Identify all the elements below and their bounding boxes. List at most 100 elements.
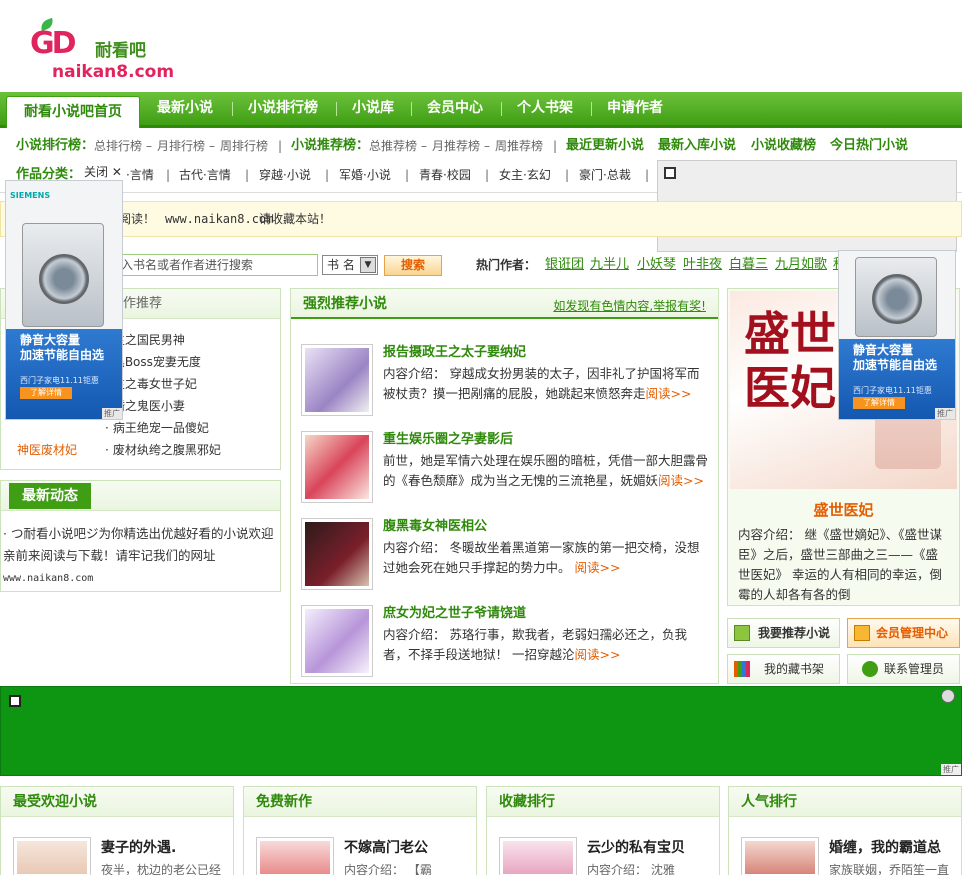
- book-desc: 前世，她是军情六处理在娱乐圈的暗桩，凭借一部大胆露骨的《春色颓靡》成为当之无愧的…: [383, 453, 709, 488]
- category-military[interactable]: 军婚·小说: [339, 160, 391, 190]
- recommend-book-button[interactable]: 我要推荐小说: [727, 618, 840, 648]
- recommend-month[interactable]: 月推荐榜: [432, 131, 480, 161]
- featured-left-title[interactable]: 神医废材妃: [17, 439, 77, 461]
- ad-close-button[interactable]: 关闭 ✕: [84, 163, 122, 180]
- book-cover[interactable]: [301, 431, 373, 503]
- edit-icon: [734, 625, 750, 641]
- panel-title: 人气排行: [741, 794, 797, 810]
- book-item: 报告摄政王之太子要纳妃 内容介绍： 穿越成女扮男装的太子，因非礼了护国将军而被杖…: [301, 344, 709, 428]
- book-title[interactable]: 云少的私有宝贝: [587, 837, 685, 857]
- book-cover[interactable]: [301, 344, 373, 416]
- book-title[interactable]: 不嫁高门老公: [344, 837, 428, 857]
- popular-panel: 最受欢迎小说 妻子的外遇. 夜半，枕边的老公已经: [0, 786, 234, 875]
- rank-month[interactable]: 月排行榜: [157, 131, 205, 161]
- category-time-travel[interactable]: 穿越·小说: [259, 160, 311, 190]
- contact-admin-button[interactable]: 联系管理员: [847, 654, 960, 684]
- book-desc: 内容介绍： 冬暖故坐着黑道第一家族的第一把交椅，没想过她会死在她只手撑起的势力中…: [383, 540, 700, 575]
- panel-title: 强烈推荐小说: [303, 296, 387, 312]
- link-hot-today[interactable]: 今日热门小说: [830, 131, 908, 161]
- book-cover[interactable]: [301, 605, 373, 677]
- category-ceo[interactable]: 豪门·总裁: [579, 160, 631, 190]
- hot-author-link[interactable]: 叶非夜: [683, 254, 722, 276]
- banner-ad[interactable]: 推广: [0, 686, 962, 776]
- search-input[interactable]: 入书名或者作者进行搜索: [112, 254, 318, 276]
- nav-item-apply-author[interactable]: 申请作者: [607, 92, 663, 125]
- book-title[interactable]: 婚缠，我的霸道总: [829, 837, 941, 857]
- favorites-panel: 收藏排行 云少的私有宝贝 内容介绍： 沈雅: [486, 786, 720, 875]
- book-title[interactable]: 腹黑毒女神医相公: [383, 518, 487, 536]
- nav-item-bookshelf[interactable]: 个人书架: [517, 92, 573, 125]
- book-cover[interactable]: [256, 837, 334, 875]
- book-desc: 家族联姻，乔陌笙一直: [829, 863, 950, 875]
- book-title[interactable]: 报告摄政王之太子要纳妃: [383, 344, 526, 362]
- nav-item-library[interactable]: 小说库: [352, 92, 394, 125]
- notice-url[interactable]: www.naikan8.com: [165, 202, 273, 236]
- search-button[interactable]: 搜索: [384, 255, 442, 276]
- nav-item-member[interactable]: 会员中心: [427, 92, 483, 125]
- list-item[interactable]: 病王绝宠一品傻妃: [105, 417, 209, 439]
- link-favorites[interactable]: 小说收藏榜: [751, 131, 816, 161]
- ad-icon: [664, 167, 676, 179]
- hot-author-link[interactable]: 九月如歌: [775, 254, 827, 276]
- bookshelf-button[interactable]: 我的藏书架: [727, 654, 840, 684]
- read-link[interactable]: 阅读>>: [646, 386, 692, 401]
- list-item[interactable]: 废材纨绔之腹黑邪妃: [105, 439, 221, 461]
- ad-info-icon[interactable]: [941, 689, 955, 703]
- book-desc: 内容介绍： 苏珞行事，欺我者，老弱妇孺必还之，负我者，不择手段送地狱！ 一招穿越…: [383, 627, 687, 662]
- logo-text-cn: 耐看吧: [95, 41, 146, 61]
- nav-home-tab[interactable]: 耐看小说吧首页: [6, 96, 140, 128]
- hot-author-link[interactable]: 白暮三: [729, 254, 768, 276]
- hot-author-link[interactable]: 银诳团: [545, 254, 584, 276]
- link-recent-updates[interactable]: 最近更新小说: [566, 131, 644, 161]
- floating-ad-right[interactable]: 静音大容量 加速节能自由选 西门子家电11.11钜惠 了解详情 推广: [838, 250, 956, 420]
- popularity-panel: 人气排行 婚缠，我的霸道总 家族联姻，乔陌笙一直: [728, 786, 962, 875]
- book-cover[interactable]: [301, 518, 373, 590]
- member-center-button[interactable]: 会员管理中心: [847, 618, 960, 648]
- notice-bar: 阅读！ www.naikan8.com 请收藏本站！: [0, 201, 962, 237]
- category-fantasy[interactable]: 女主·玄幻: [499, 160, 551, 190]
- book-title[interactable]: 庶女为妃之世子爷请饶道: [383, 605, 526, 623]
- book-desc: 夜半，枕边的老公已经: [101, 863, 222, 875]
- featured-desc: 内容介绍： 继《盛世嫡妃》、《盛世谋臣》之后，盛世三部曲之三——《盛世医妃》 幸…: [738, 527, 942, 602]
- ad-details-button[interactable]: 了解详情: [20, 387, 72, 399]
- floating-ad-left[interactable]: SIEMENS 静音大容量 加速节能自由选 西门子家电11.11钜惠 了解详情 推…: [5, 180, 123, 420]
- recommend-total[interactable]: 总推荐榜: [369, 131, 417, 161]
- news-panel: 最新动态 · つ耐看小说吧ジ为你精选出优越好看的小说欢迎亲前来阅读与下载！请牢记…: [0, 480, 281, 592]
- read-link[interactable]: 阅读>>: [575, 560, 621, 575]
- ad-tag: 推广: [941, 764, 961, 775]
- report-link[interactable]: 如发现有色情内容,举报有奖!: [553, 297, 706, 314]
- ad-details-button[interactable]: 了解详情: [853, 397, 905, 409]
- news-url[interactable]: www.naikan8.com: [3, 573, 93, 584]
- search-type-select[interactable]: 书 名 ▼: [322, 255, 378, 275]
- book-desc: 内容介绍： 【霸: [344, 863, 432, 875]
- featured-books-panel: 强烈推荐小说 如发现有色情内容,举报有奖! 报告摄政王之太子要纳妃 内容介绍： …: [290, 288, 719, 684]
- nav-item-latest[interactable]: 最新小说: [157, 92, 213, 125]
- recommend-week[interactable]: 周推荐榜: [495, 131, 543, 161]
- hot-authors-label: 热门作者：: [476, 258, 537, 272]
- category-campus[interactable]: 青春·校园: [419, 160, 471, 190]
- nav-item-ranking[interactable]: 小说排行榜: [248, 92, 318, 125]
- book-cover[interactable]: [741, 837, 819, 875]
- panel-title: 免费新作: [256, 794, 312, 810]
- logo-text-en: naikan8.com: [52, 62, 175, 82]
- washer-image: [22, 223, 104, 327]
- help-icon: [862, 661, 878, 677]
- read-link[interactable]: 阅读>>: [574, 647, 620, 662]
- hot-author-link[interactable]: 小妖琴: [637, 254, 676, 276]
- site-logo[interactable]: GD 耐看吧 naikan8.com: [10, 17, 175, 84]
- book-title[interactable]: 妻子的外遇.: [101, 837, 176, 857]
- rank-week[interactable]: 周排行榜: [220, 131, 268, 161]
- link-new-books[interactable]: 最新入库小说: [658, 131, 736, 161]
- book-title[interactable]: 重生娱乐圈之孕妻影后: [383, 431, 513, 449]
- read-link[interactable]: 阅读>>: [658, 473, 704, 488]
- category-romance[interactable]: ·言情: [126, 160, 154, 190]
- category-ancient[interactable]: 古代·言情: [179, 160, 231, 190]
- ad-brand: SIEMENS: [10, 191, 51, 200]
- chevron-down-icon: ▼: [360, 257, 376, 273]
- search-type-value: 书 名: [327, 258, 355, 272]
- book-cover[interactable]: [13, 837, 91, 875]
- featured-title[interactable]: 盛世医妃: [728, 499, 959, 520]
- rank-total[interactable]: 总排行榜: [94, 131, 142, 161]
- hot-author-link[interactable]: 九半儿: [590, 254, 629, 276]
- book-cover[interactable]: [499, 837, 577, 875]
